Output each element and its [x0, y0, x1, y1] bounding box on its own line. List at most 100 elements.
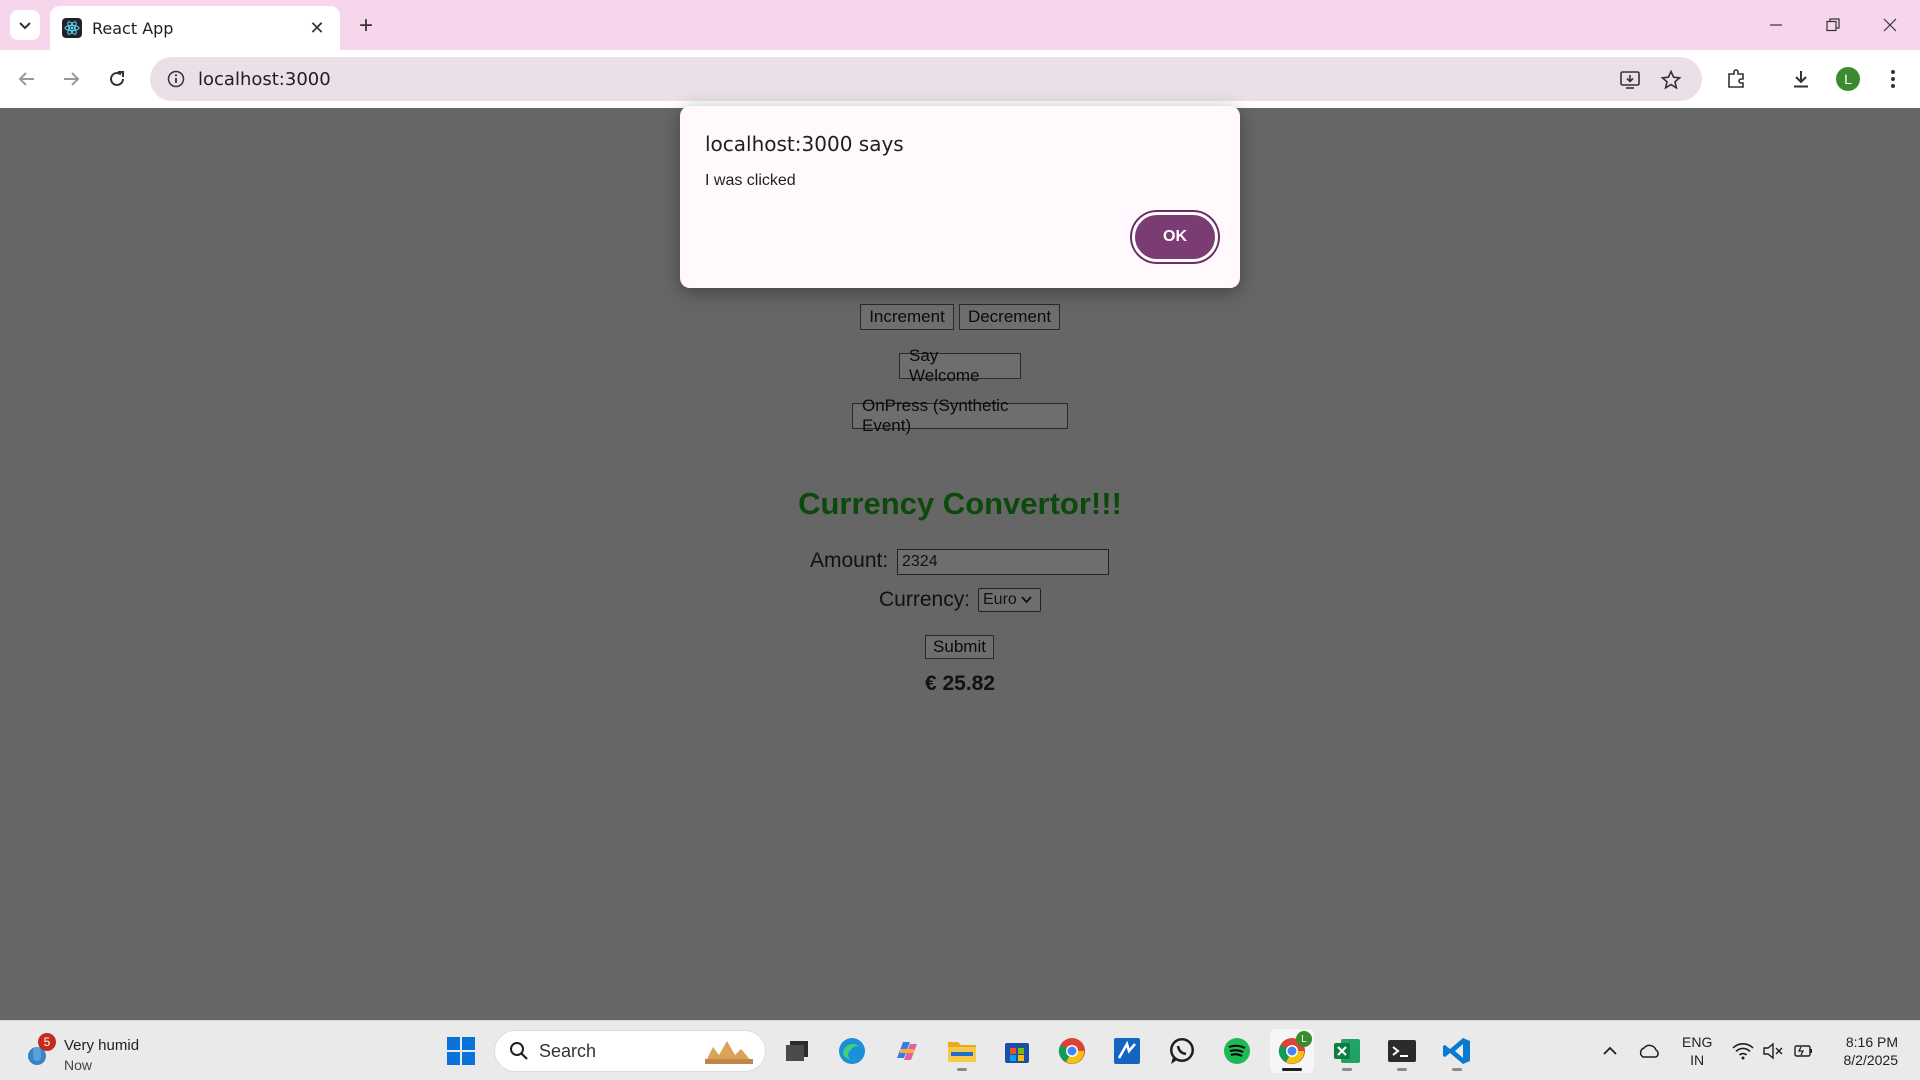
- dialog-ok-button[interactable]: OK: [1132, 212, 1218, 262]
- language-region: IN: [1690, 1052, 1705, 1068]
- menu-kebab-icon[interactable]: [1878, 64, 1908, 94]
- browser-toolbar: localhost:3000 L: [0, 50, 1920, 108]
- tray-overflow-icon[interactable]: [1596, 1037, 1624, 1065]
- edge-icon: [839, 1038, 865, 1064]
- taskbar-search[interactable]: Search: [494, 1030, 766, 1072]
- weather-time: Now: [64, 1057, 93, 1073]
- converter-title: Currency Convertor!!!: [798, 486, 1122, 521]
- react-favicon-icon: [62, 18, 82, 38]
- currency-select[interactable]: Euro: [978, 588, 1041, 612]
- reload-button[interactable]: [102, 64, 132, 94]
- chrome-profile-badge: L: [1296, 1031, 1312, 1047]
- tab-close-icon[interactable]: ✕: [306, 18, 328, 39]
- whatsapp-icon: [1170, 1038, 1194, 1064]
- currency-selected: Euro: [983, 591, 1017, 608]
- windows-logo-icon: [447, 1037, 475, 1065]
- taskbar-chrome[interactable]: [1050, 1029, 1094, 1073]
- task-view-icon: [786, 1041, 808, 1061]
- tab-strip: React App ✕ +: [0, 0, 1920, 50]
- store-icon: [1005, 1043, 1029, 1063]
- taskbar-file-explorer[interactable]: [940, 1029, 984, 1073]
- taskbar-task-view[interactable]: [775, 1029, 819, 1073]
- close-icon: [1883, 18, 1897, 32]
- spotify-icon: [1224, 1038, 1250, 1064]
- restore-icon: [1826, 18, 1840, 32]
- currency-label: Currency:: [879, 588, 971, 611]
- submit-button[interactable]: Submit: [925, 635, 994, 659]
- alert-dialog: localhost:3000 says I was clicked OK: [680, 106, 1240, 288]
- taskbar-copilot[interactable]: [885, 1029, 929, 1073]
- running-indicator: [1452, 1068, 1462, 1071]
- wifi-icon[interactable]: [1730, 1037, 1756, 1065]
- taskbar-edge[interactable]: [830, 1029, 874, 1073]
- taskbar-excel[interactable]: [1325, 1029, 1369, 1073]
- dialog-title: localhost:3000 says: [705, 132, 904, 156]
- back-arrow-icon: [18, 72, 34, 86]
- reload-icon: [110, 71, 124, 86]
- new-tab-button[interactable]: +: [352, 12, 380, 40]
- tab-react-app[interactable]: React App ✕: [50, 6, 340, 50]
- conversion-result: € 25.82: [924, 672, 996, 695]
- decrement-button[interactable]: Decrement: [959, 304, 1060, 330]
- profile-avatar[interactable]: L: [1833, 64, 1863, 94]
- taskbar-chrome-profile[interactable]: L: [1270, 1029, 1314, 1073]
- running-indicator: [957, 1068, 967, 1071]
- running-indicator: [1397, 1068, 1407, 1071]
- forward-arrow-icon: [64, 72, 80, 86]
- site-info-icon[interactable]: [164, 67, 188, 91]
- increment-button[interactable]: Increment: [860, 304, 954, 330]
- back-button[interactable]: [12, 64, 42, 94]
- downloads-icon[interactable]: [1786, 64, 1816, 94]
- url-text: localhost:3000: [198, 68, 331, 90]
- search-icon: [510, 1042, 528, 1060]
- battery-icon[interactable]: [1790, 1037, 1816, 1065]
- start-button[interactable]: [439, 1029, 483, 1073]
- search-label: Search: [539, 1040, 597, 1061]
- running-indicator: [1342, 1068, 1352, 1071]
- tab-search-button[interactable]: [10, 10, 40, 40]
- vscode-icon: [1443, 1038, 1470, 1064]
- volume-muted-icon[interactable]: [1760, 1037, 1786, 1065]
- weather-widget[interactable]: 5 Very humid Now: [18, 1029, 158, 1073]
- amount-input[interactable]: 2324: [897, 549, 1109, 575]
- taskbar-spotify[interactable]: [1215, 1029, 1259, 1073]
- say-welcome-button[interactable]: Say Welcome: [899, 346, 1021, 385]
- minimize-icon: [1770, 24, 1782, 26]
- clock-time: 8:16 PM: [1845, 1034, 1898, 1050]
- terminal-icon: [1388, 1040, 1416, 1062]
- close-window-button[interactable]: [1872, 10, 1908, 40]
- language-indicator[interactable]: ENG IN: [1682, 1033, 1712, 1069]
- dialog-message: I was clicked: [705, 172, 796, 189]
- taskbar-vscode[interactable]: [1435, 1029, 1479, 1073]
- copilot-icon: [897, 1042, 917, 1060]
- amount-label: Amount:: [810, 549, 889, 572]
- folder-icon: [948, 1042, 976, 1062]
- taskbar-store[interactable]: [995, 1029, 1039, 1073]
- taskbar-whatsapp[interactable]: [1160, 1029, 1204, 1073]
- language-code: ENG: [1682, 1034, 1713, 1050]
- restore-button[interactable]: [1815, 10, 1851, 40]
- forward-button[interactable]: [56, 64, 86, 94]
- weather-badge: 5: [38, 1033, 56, 1051]
- excel-icon: [1334, 1039, 1360, 1063]
- address-bar[interactable]: localhost:3000: [150, 57, 1702, 101]
- blue-app-icon: [1114, 1038, 1140, 1064]
- taskbar: 5 Very humid Now Search L ENG IN 8:16 PM…: [0, 1020, 1920, 1080]
- tab-title: React App: [92, 18, 174, 38]
- onpress-button[interactable]: OnPress (Synthetic Event): [852, 396, 1068, 435]
- profile-initial: L: [1836, 67, 1860, 91]
- install-app-icon[interactable]: [1617, 67, 1643, 93]
- search-highlight-icon: [705, 1041, 753, 1064]
- system-clock[interactable]: 8:16 PM 8/2/2025: [1830, 1033, 1899, 1069]
- chrome-icon: [1058, 1038, 1085, 1064]
- taskbar-app-blue[interactable]: [1105, 1029, 1149, 1073]
- minimize-button[interactable]: [1758, 10, 1794, 40]
- onedrive-icon[interactable]: [1634, 1037, 1664, 1065]
- taskbar-terminal[interactable]: [1380, 1029, 1424, 1073]
- bookmark-star-icon[interactable]: [1658, 67, 1684, 93]
- active-indicator: [1282, 1068, 1302, 1071]
- extensions-icon[interactable]: [1721, 64, 1751, 94]
- chevron-down-icon: [1021, 593, 1032, 607]
- chevron-down-icon: [19, 22, 31, 30]
- weather-condition: Very humid: [64, 1037, 140, 1054]
